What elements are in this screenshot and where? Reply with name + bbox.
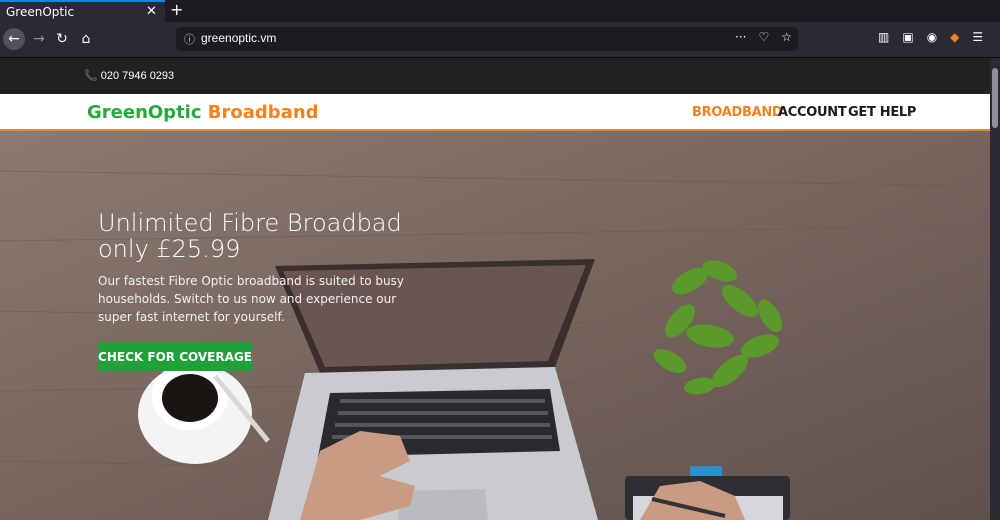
sidebar-icon[interactable]: ▣ <box>902 30 913 44</box>
library-icon[interactable]: ▥ <box>878 30 889 44</box>
extension-icon[interactable]: ◆ <box>950 30 959 44</box>
logo-green-text: GreenOptic <box>87 102 202 123</box>
site-logo[interactable]: GreenOptic Broadband <box>87 102 319 123</box>
web-page: 📞 020 7946 0293 GreenOptic Broadband BRO… <box>0 58 990 520</box>
scrollbar[interactable] <box>990 58 1000 520</box>
site-header: GreenOptic Broadband BROADBAND ACCOUNT G… <box>0 94 990 131</box>
top-info-bar: 📞 020 7946 0293 <box>0 58 990 94</box>
menu-icon[interactable]: ☰ <box>972 30 983 44</box>
forward-icon[interactable]: → <box>28 28 50 50</box>
hero-description: Our fastest Fibre Optic broadband is sui… <box>98 274 405 324</box>
reload-icon[interactable]: ↻ <box>51 28 73 50</box>
hero-title: Unlimited Fibre Broadbad only £25.99 <box>98 209 402 263</box>
info-icon[interactable]: ⓘ <box>184 31 195 47</box>
hero-section: Unlimited Fibre Broadbad only £25.99 Our… <box>0 131 990 520</box>
star-icon[interactable]: ☆ <box>781 30 792 44</box>
pocket-icon[interactable]: ♡ <box>758 30 769 44</box>
close-tab-icon[interactable]: ✕ <box>146 4 157 19</box>
nav-account[interactable]: ACCOUNT <box>778 105 847 120</box>
nav-broadband[interactable]: BROADBAND <box>692 105 783 120</box>
browser-tab[interactable]: GreenOptic ✕ <box>0 0 165 22</box>
scrollbar-thumb[interactable] <box>992 68 998 128</box>
tab-strip: GreenOptic ✕ + <box>0 0 1000 22</box>
address-bar[interactable]: ⓘ greenoptic.vm ··· ♡ ☆ <box>176 27 798 51</box>
account-icon[interactable]: ◉ <box>927 30 937 44</box>
back-icon[interactable]: ← <box>3 28 25 50</box>
nav-get-help[interactable]: GET HELP <box>848 105 916 120</box>
home-icon[interactable]: ⌂ <box>75 28 97 50</box>
new-tab-icon[interactable]: + <box>170 0 183 19</box>
phone-number: 📞 020 7946 0293 <box>84 70 175 82</box>
check-coverage-button[interactable]: CHECK FOR COVERAGE <box>98 342 252 371</box>
more-icon[interactable]: ··· <box>735 30 746 44</box>
url-text[interactable]: greenoptic.vm <box>201 31 276 45</box>
navigation-bar: ← → ↻ ⌂ ⓘ greenoptic.vm ··· ♡ ☆ ▥ ▣ ◉ ◆ … <box>0 22 1000 58</box>
tab-title: GreenOptic <box>6 5 75 19</box>
logo-orange-text: Broadband <box>207 102 319 123</box>
